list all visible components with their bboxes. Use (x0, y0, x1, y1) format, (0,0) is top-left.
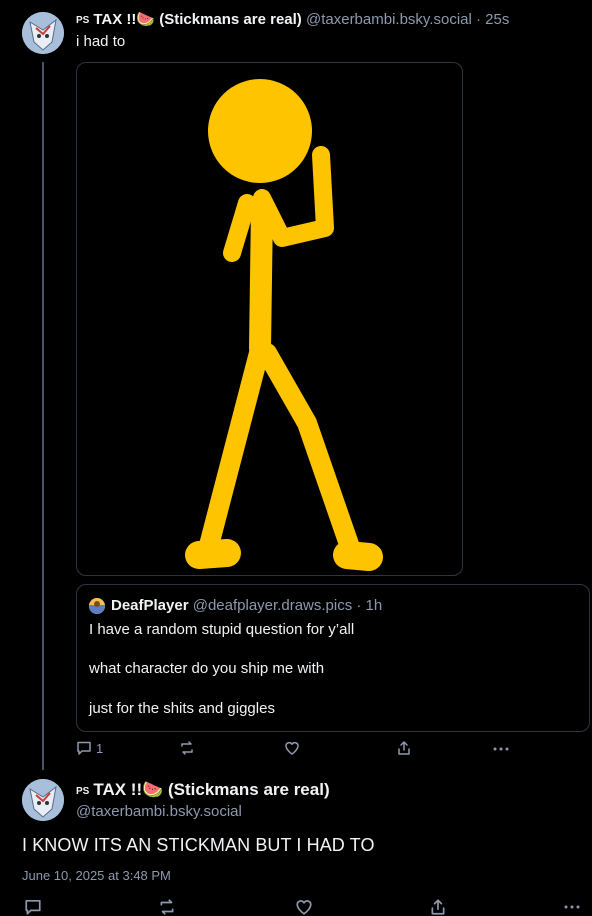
stickman-image (185, 79, 383, 571)
quote-text-line: just for the shits and giggles (89, 700, 275, 717)
ellipsis-icon (564, 905, 580, 909)
quote-author-avatar (89, 598, 105, 614)
repost-icon (160, 899, 174, 915)
reply-icon (25, 899, 41, 915)
author-display-name[interactable]: TAX !!🍉 (Stickmans are real) (93, 11, 301, 28)
quote-time[interactable]: · 1h (356, 597, 382, 614)
repost-icon (181, 741, 193, 755)
quote-author-name[interactable]: DeafPlayer (111, 597, 189, 614)
avatar-image (22, 12, 64, 54)
main-post-text: I KNOW ITS AN STICKMAN BUT I HAD TO (22, 835, 375, 855)
author-avatar[interactable] (22, 12, 64, 54)
main-author-handle-row: @taxerbambi.bsky.social (76, 803, 242, 820)
main-repost-button[interactable] (158, 898, 176, 916)
author-handle[interactable]: @taxerbambi.bsky.social (306, 11, 472, 28)
reply-icon (77, 741, 91, 755)
author-prefix: PS (76, 15, 90, 26)
heart-icon (285, 741, 299, 755)
main-more-options-button[interactable] (563, 898, 581, 914)
post-date[interactable]: June 10, 2025 at 3:48 PM (22, 868, 171, 883)
main-author-display-name[interactable]: TAX !!🍉 (Stickmans are real) (93, 780, 329, 799)
avatar-image (22, 779, 64, 821)
share-icon (398, 741, 410, 755)
heart-icon (296, 900, 312, 915)
like-button[interactable] (284, 740, 300, 756)
main-share-button[interactable] (429, 898, 447, 916)
main-like-button[interactable] (295, 898, 313, 916)
repost-button[interactable] (179, 740, 195, 756)
main-author-avatar[interactable] (22, 779, 64, 821)
quote-header: DeafPlayer @deafplayer.draws.pics · 1h (111, 597, 382, 614)
main-reply-button[interactable] (24, 898, 42, 916)
post-image[interactable] (76, 62, 463, 576)
main-author-name-row: PS TAX !!🍉 (Stickmans are real) (76, 780, 330, 800)
main-author-prefix: PS (76, 786, 90, 797)
share-icon (431, 899, 445, 915)
quoted-post[interactable]: DeafPlayer @deafplayer.draws.pics · 1h I… (76, 584, 590, 732)
quote-text-line: I have a random stupid question for y’al… (89, 621, 355, 638)
reply-count: 1 (96, 740, 104, 756)
post-text: i had to (76, 33, 126, 50)
reply-button[interactable]: 1 (76, 740, 103, 756)
post-header: PS TAX !!🍉 (Stickmans are real) @taxerbam… (76, 10, 509, 28)
quote-avatar-image (89, 598, 105, 614)
quote-author-handle[interactable]: @deafplayer.draws.pics (193, 597, 352, 614)
more-options-button[interactable] (492, 740, 510, 756)
post-time[interactable]: · 25s (476, 11, 509, 28)
main-author-handle[interactable]: @taxerbambi.bsky.social (76, 803, 242, 820)
share-button[interactable] (396, 740, 412, 756)
quote-text-line: what character do you ship me with (89, 660, 325, 677)
ellipsis-icon (493, 747, 509, 751)
thread-line (42, 62, 44, 770)
